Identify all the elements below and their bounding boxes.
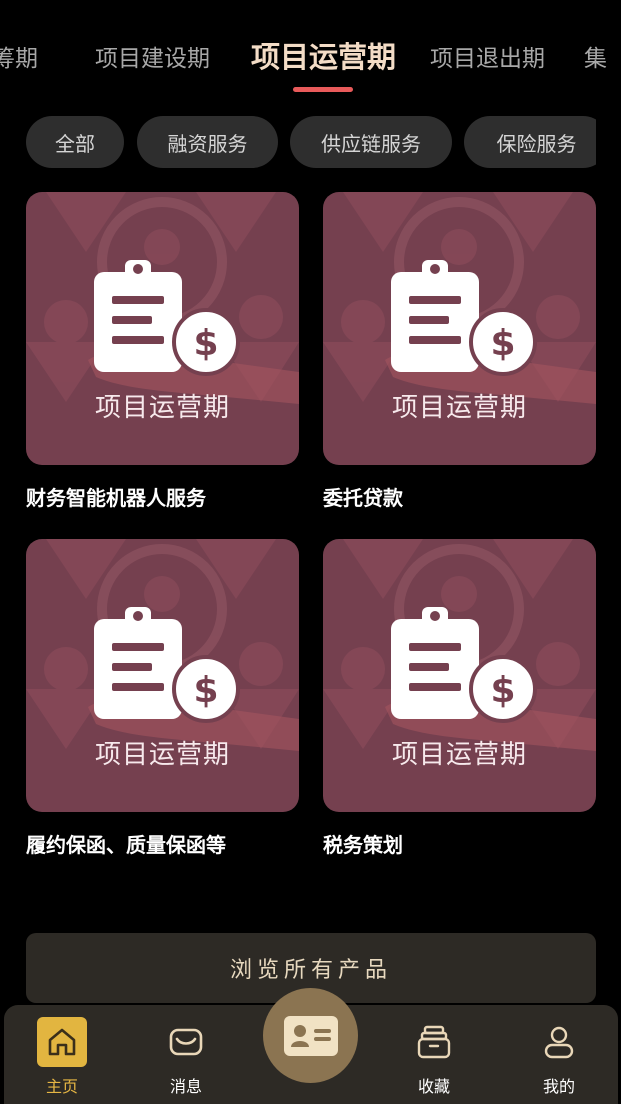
nav-messages[interactable]: 消息 (136, 1005, 236, 1104)
chip-all[interactable]: 全部 (26, 116, 124, 168)
product-title: 履约保函、质量保函等 (26, 833, 226, 857)
product-image: 项目运营期 (323, 192, 596, 465)
active-tab-indicator (293, 87, 353, 92)
id-card-icon (283, 1015, 338, 1056)
invoice-dollar-icon (323, 539, 596, 812)
tab-exit[interactable]: 项目退出期 (430, 42, 545, 76)
invoice-dollar-icon (26, 192, 299, 465)
image-caption: 项目运营期 (94, 740, 230, 770)
nav-label-favorites: 收藏 (417, 1077, 450, 1096)
image-caption: 项目运营期 (391, 740, 527, 770)
period-tabs: 筹期 项目建设期 项目运营期 项目退出期 集 (0, 0, 621, 100)
product-image: 项目运营期 (26, 192, 299, 465)
nav-favorites[interactable]: 收藏 (384, 1005, 484, 1104)
product-title: 财务智能机器人服务 (26, 486, 206, 510)
product-title: 委托贷款 (323, 486, 403, 510)
user-icon (534, 1017, 584, 1067)
archive-box-icon (409, 1017, 459, 1067)
message-icon (161, 1017, 211, 1067)
invoice-dollar-icon (323, 192, 596, 465)
nav-profile[interactable]: 我的 (509, 1005, 609, 1104)
product-card[interactable]: 项目运营期 履约保函、质量保函等 (26, 539, 299, 860)
product-image: 项目运营期 (323, 539, 596, 812)
nav-label-messages: 消息 (169, 1077, 202, 1096)
nav-home[interactable]: 主页 (12, 1005, 112, 1104)
tab-construction[interactable]: 项目建设期 (95, 42, 210, 76)
product-card[interactable]: 项目运营期 税务策划 (323, 539, 596, 860)
nav-label-profile: 我的 (542, 1077, 575, 1096)
product-card[interactable]: 项目运营期 委托贷款 (323, 192, 596, 513)
product-image: 项目运营期 (26, 539, 299, 812)
image-caption: 项目运营期 (94, 393, 230, 423)
filter-chips: 全部 融资服务 供应链服务 保险服务 (26, 116, 596, 168)
tab-operation[interactable]: 项目运营期 (251, 40, 396, 74)
home-icon (37, 1017, 87, 1067)
tab-fundraising[interactable]: 筹期 (0, 42, 38, 76)
invoice-dollar-icon (26, 539, 299, 812)
chip-financing[interactable]: 融资服务 (137, 116, 278, 168)
product-title: 税务策划 (323, 833, 403, 857)
image-caption: 项目运营期 (391, 393, 527, 423)
chip-supply-chain[interactable]: 供应链服务 (290, 116, 452, 168)
tab-more[interactable]: 集 (584, 42, 607, 76)
center-card-button[interactable] (263, 988, 358, 1083)
product-card[interactable]: 项目运营期 财务智能机器人服务 (26, 192, 299, 513)
chip-insurance[interactable]: 保险服务 (464, 116, 596, 168)
nav-label-home: 主页 (45, 1077, 78, 1096)
